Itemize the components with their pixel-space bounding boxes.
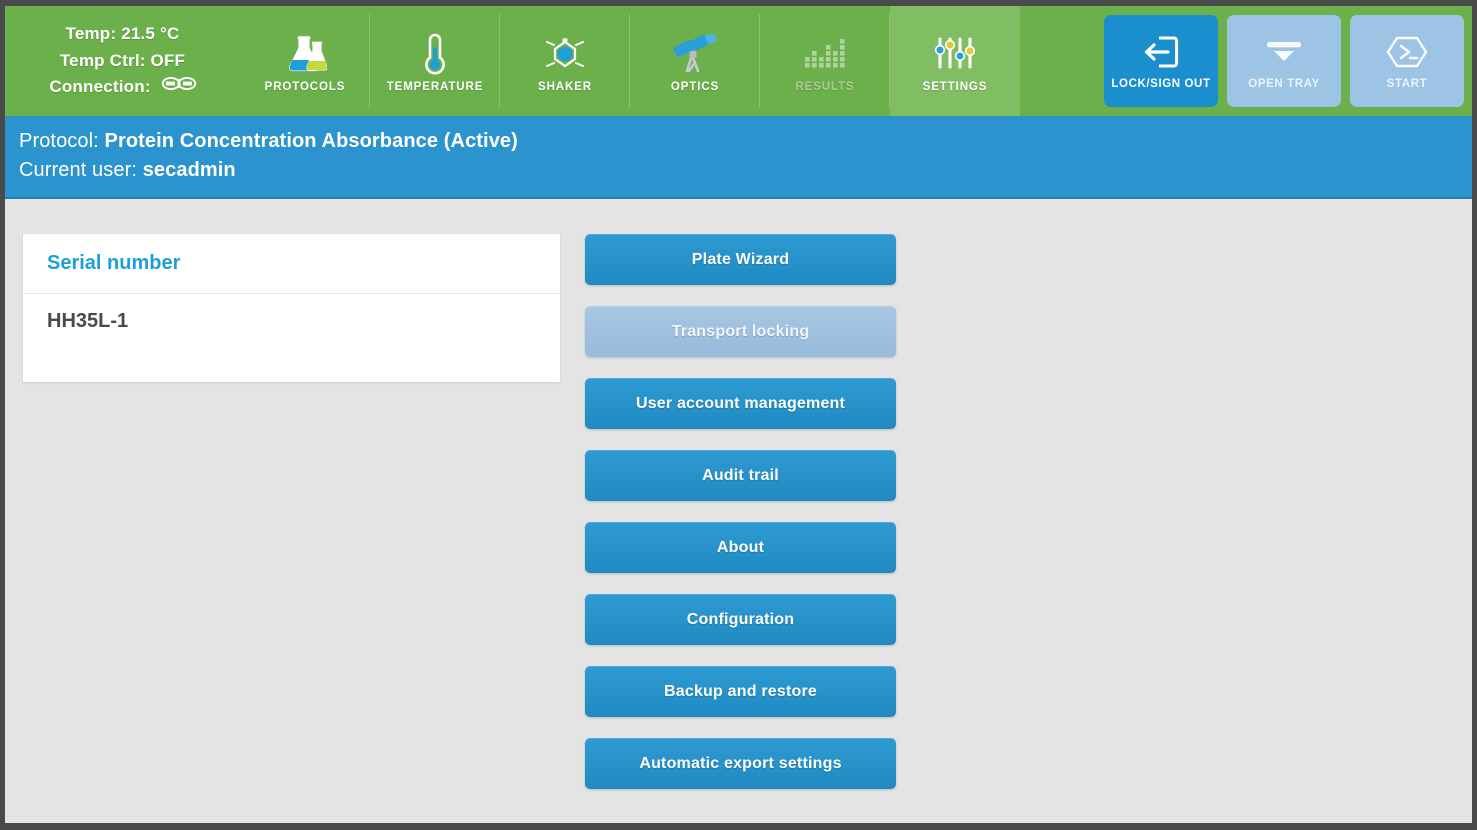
current-user-value: secadmin <box>143 159 236 181</box>
tab-settings-label: SETTINGS <box>923 81 988 93</box>
temp-ctrl-value: OFF <box>151 51 186 70</box>
tab-results[interactable]: RESULTS <box>760 6 890 116</box>
settings-button-list: Plate Wizard Transport locking User acco… <box>585 234 896 810</box>
flasks-icon <box>283 33 327 75</box>
start-button[interactable]: START <box>1350 15 1464 107</box>
temp-control-status: Temp Ctrl: OFF <box>60 48 185 74</box>
serial-number-header: Serial number <box>23 234 560 294</box>
instrument-app-window: Temp: 21.5 °C Temp Ctrl: OFF Connection: <box>0 0 1477 830</box>
automatic-export-settings-button[interactable]: Automatic export settings <box>585 738 896 789</box>
action-button-group: LOCK/SIGN OUT OPEN TRAY <box>1095 6 1472 116</box>
sign-out-icon <box>1142 32 1180 72</box>
tab-shaker[interactable]: SHAKER <box>500 6 630 116</box>
user-account-management-button[interactable]: User account management <box>585 378 896 429</box>
about-button[interactable]: About <box>585 522 896 573</box>
status-block: Temp: 21.5 °C Temp Ctrl: OFF Connection: <box>5 6 240 116</box>
temp-ctrl-label: Temp Ctrl: <box>60 51 146 70</box>
top-toolbar: Temp: 21.5 °C Temp Ctrl: OFF Connection: <box>5 6 1472 116</box>
start-icon <box>1386 32 1428 72</box>
open-tray-label: OPEN TRAY <box>1248 78 1319 90</box>
protocol-value: Protein Concentration Absorbance (Active… <box>105 130 518 152</box>
temp-label: Temp: <box>66 24 117 43</box>
serial-number-value: HH35L-1 <box>23 294 560 382</box>
open-tray-button[interactable]: OPEN TRAY <box>1227 15 1341 107</box>
toolbar-spacer <box>1020 6 1095 116</box>
connector-link-icon <box>162 73 196 99</box>
connection-status: Connection: <box>49 74 195 101</box>
protocol-label: Protocol: <box>19 130 99 152</box>
audit-trail-button[interactable]: Audit trail <box>585 450 896 501</box>
lock-sign-out-button[interactable]: LOCK/SIGN OUT <box>1104 15 1218 107</box>
current-user-label: Current user: <box>19 159 137 181</box>
shaker-icon <box>543 33 587 75</box>
start-label: START <box>1387 78 1427 90</box>
bar-chart-icon <box>803 33 847 75</box>
protocol-info-bar: Protocol: Protein Concentration Absorban… <box>5 116 1472 199</box>
tab-protocols-label: PROTOCOLS <box>265 81 346 93</box>
sliders-icon <box>933 33 977 75</box>
tab-settings[interactable]: SETTINGS <box>890 6 1020 116</box>
open-tray-icon <box>1262 32 1306 72</box>
thermometer-icon <box>422 33 448 75</box>
tab-protocols[interactable]: PROTOCOLS <box>240 6 370 116</box>
tab-results-label: RESULTS <box>795 81 854 93</box>
tab-optics[interactable]: OPTICS <box>630 6 760 116</box>
plate-wizard-button[interactable]: Plate Wizard <box>585 234 896 285</box>
current-user-line: Current user: secadmin <box>19 156 1472 185</box>
connection-label: Connection: <box>49 77 150 96</box>
settings-content-area: Serial number HH35L-1 Plate Wizard Trans… <box>5 201 1472 824</box>
tab-temperature-label: TEMPERATURE <box>387 81 484 93</box>
serial-number-panel: Serial number HH35L-1 <box>23 234 560 382</box>
telescope-icon <box>672 33 718 75</box>
transport-locking-button[interactable]: Transport locking <box>585 306 896 357</box>
tab-shaker-label: SHAKER <box>538 81 592 93</box>
backup-and-restore-button[interactable]: Backup and restore <box>585 666 896 717</box>
tab-temperature[interactable]: TEMPERATURE <box>370 6 500 116</box>
configuration-button[interactable]: Configuration <box>585 594 896 645</box>
temperature-status: Temp: 21.5 °C <box>66 21 180 47</box>
tab-optics-label: OPTICS <box>671 81 719 93</box>
lock-sign-out-label: LOCK/SIGN OUT <box>1111 78 1210 90</box>
temp-value: 21.5 °C <box>121 24 179 43</box>
protocol-line: Protocol: Protein Concentration Absorban… <box>19 127 1472 156</box>
